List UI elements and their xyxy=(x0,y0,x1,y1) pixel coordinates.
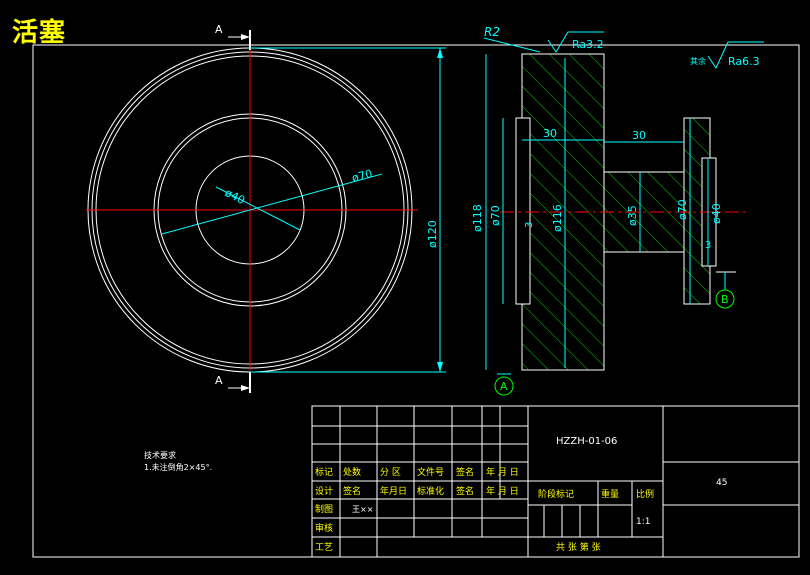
tb-label-count: 处数 xyxy=(343,466,361,478)
dim-d35: ø35 xyxy=(626,205,639,226)
radius-label: R2 xyxy=(484,25,500,39)
tb-draw-name: 王×× xyxy=(352,505,373,514)
tb-label-mark: 标记 xyxy=(315,466,333,478)
tb-label-sign: 签名 xyxy=(456,466,474,478)
roughness-other-prefix: 其余 xyxy=(690,56,706,66)
dim-d116: ø116 xyxy=(551,204,564,232)
roughness-other: Ra6.3 xyxy=(728,55,760,68)
dim-d3-left: 3 xyxy=(524,222,535,228)
dim-w30-left: 30 xyxy=(543,127,557,140)
dim-d118: ø118 xyxy=(471,204,484,232)
tb-scale-value: 1:1 xyxy=(636,517,650,527)
section-label-bottom: A xyxy=(215,374,223,387)
tb-label-draw: 制图 xyxy=(315,503,333,515)
tb-drawing-no: HZZH-01-06 xyxy=(556,436,617,447)
tb-label-date3: 年 月 日 xyxy=(486,485,519,497)
section-label-top: A xyxy=(215,23,223,36)
tb-label-review: 审核 xyxy=(315,522,333,534)
tb-label-std: 标准化 xyxy=(417,485,444,497)
tb-label-sign2: 签名 xyxy=(343,485,361,497)
dim-d40: ø40 xyxy=(710,203,723,224)
tb-label-file: 文件号 xyxy=(417,466,444,478)
tb-label-zone: 分 区 xyxy=(380,467,401,478)
section-view: ø118 ø70 ø116 ø35 ø70 ø40 30 30 3 3 R2 R… xyxy=(471,25,764,396)
tb-label-scale: 比例 xyxy=(636,488,654,500)
dim-line-d70 xyxy=(161,173,383,235)
dim-d70-left: ø70 xyxy=(489,205,502,226)
datum-a: A xyxy=(500,380,508,393)
dim-d70: ø70 xyxy=(350,167,373,185)
datum-b: B xyxy=(721,293,729,306)
cad-drawing: A A ø120 ø70 ø40 ø118 ø70 ø116 ø35 ø70 ø… xyxy=(32,23,800,558)
tb-sheet-text: 共 张 第 张 xyxy=(556,541,601,553)
dim-d3-right: 3 xyxy=(705,240,711,251)
tb-material: 45 xyxy=(716,478,727,488)
notes-title: 技术要求 xyxy=(144,450,176,460)
front-view: A A ø120 ø70 ø40 xyxy=(86,23,446,393)
dim-w30-right: 30 xyxy=(632,129,646,142)
dim-d120: ø120 xyxy=(426,220,439,248)
tb-label-date2: 年月日 xyxy=(380,485,407,497)
tb-label-date: 年 月 日 xyxy=(486,466,519,478)
tb-label-process: 工艺 xyxy=(315,542,333,553)
tb-label-design: 设计 xyxy=(315,485,333,497)
dim-d70-right: ø70 xyxy=(676,199,689,220)
dim-d40: ø40 xyxy=(223,186,247,207)
roughness-top: Ra3.2 xyxy=(572,38,604,51)
tb-label-sign3: 签名 xyxy=(456,485,474,497)
notes-line-1: 1.未注倒角2×45°. xyxy=(144,462,212,472)
tb-label-weight: 重量 xyxy=(601,488,619,500)
tb-label-stage: 阶段标记 xyxy=(538,488,574,500)
